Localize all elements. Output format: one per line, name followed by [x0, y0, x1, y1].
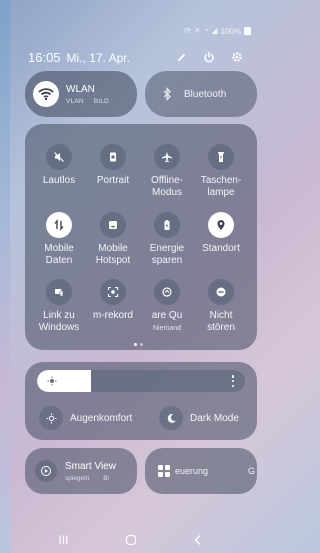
sun-icon	[46, 375, 58, 387]
battery-percent: 100%	[220, 26, 241, 36]
clock: 16:05	[28, 49, 61, 65]
dark-mode-button[interactable]: Dark Mode	[159, 404, 239, 432]
wallpaper-edge	[0, 0, 10, 553]
bluetooth-icon	[157, 84, 177, 104]
mute-icon: ✕	[193, 26, 201, 35]
mobile-data-icon	[46, 212, 72, 238]
tile-label: Taschen-	[200, 175, 242, 186]
signal-icon: ◢	[211, 26, 218, 35]
bluetooth-label: Bluetooth	[184, 88, 227, 100]
brightness-slider[interactable]	[37, 370, 245, 392]
smart-view-sub: spiegeln	[65, 474, 90, 482]
device-control-tile[interactable]: euerung G	[145, 448, 257, 494]
tile-mobile-daten[interactable]: Mobile Daten	[31, 212, 87, 267]
do-not-disturb-icon	[208, 279, 234, 305]
eye-comfort-button[interactable]: Augenkomfort	[39, 404, 132, 432]
navigation-bar: III	[0, 527, 261, 553]
back-button[interactable]	[191, 533, 205, 547]
smart-view-title: Smart View	[65, 460, 116, 472]
smart-view-tile[interactable]: Smart View spiegeln Bi	[25, 448, 137, 494]
tile-link-zu-windows[interactable]: Link zu Windows	[31, 279, 87, 334]
mute-icon	[46, 144, 72, 170]
quick-settings-grid: Lautlos Portrait Offline- Modus Taschen-…	[25, 124, 257, 350]
tile-label-2: Windows	[38, 322, 80, 333]
tile-mobile-hotspot[interactable]: Mobile Hotspot	[85, 212, 141, 267]
tile-label-2: Modus	[151, 187, 182, 198]
link-windows-icon	[46, 279, 72, 305]
tile-label-2: sparen	[151, 255, 183, 266]
edit-icon[interactable]	[175, 51, 187, 63]
tile-label: Mobile	[98, 243, 128, 254]
tile-nicht-stoeren[interactable]: Nicht stören	[193, 279, 249, 334]
status-bar: ⟳ ✕ ◔ ◢ 100%	[184, 26, 251, 36]
device-control-trailing: G	[248, 466, 256, 476]
wlan-network: VLAN	[66, 97, 84, 105]
battery-saver-icon	[154, 212, 180, 238]
wlan-toggle[interactable]: WLAN VLAN BILD	[25, 71, 137, 117]
quick-share-icon	[154, 279, 180, 305]
recents-button[interactable]: III	[57, 533, 71, 547]
tile-label: Lautlos	[42, 175, 76, 186]
tile-lautlos[interactable]: Lautlos	[31, 144, 87, 187]
tile-taschenlampe[interactable]: Taschen- lampe	[193, 144, 249, 199]
wlan-network-2: BILD	[93, 97, 110, 105]
tile-quick-share[interactable]: are Qu Niemand	[139, 279, 195, 335]
tile-standort[interactable]: Standort	[193, 212, 249, 255]
tile-label: are Qu	[151, 310, 183, 321]
smart-view-icon	[35, 460, 57, 482]
tile-label: Energie	[149, 243, 185, 254]
dark-mode-label: Dark Mode	[190, 412, 239, 424]
settings-icon[interactable]	[231, 51, 243, 63]
more-vertical-icon[interactable]	[231, 375, 235, 387]
battery-icon	[244, 27, 251, 35]
tile-portrait[interactable]: Portrait	[85, 144, 141, 187]
hotspot-icon	[100, 212, 126, 238]
tile-label: Standort	[202, 243, 240, 254]
home-button[interactable]	[124, 533, 138, 547]
location-icon	[208, 212, 234, 238]
eye-comfort-icon	[39, 406, 63, 430]
airplane-icon	[154, 144, 180, 170]
page-dot	[140, 343, 143, 346]
home-icon	[125, 534, 136, 546]
page-indicator	[134, 343, 143, 346]
page-dot-active	[134, 343, 137, 346]
eye-comfort-label: Augenkomfort	[70, 412, 133, 424]
tile-label-2: Daten	[45, 255, 73, 266]
brightness-panel: Augenkomfort Dark Mode	[25, 362, 257, 440]
power-icon[interactable]	[203, 51, 215, 63]
wlan-title: WLAN	[66, 83, 95, 95]
quick-panel-header: 16:05 Mi., 17. Apr.	[28, 49, 243, 65]
tile-label: Link zu	[43, 310, 75, 321]
tile-label-2: lampe	[207, 187, 235, 198]
bluetooth-toggle[interactable]: Bluetooth	[145, 71, 257, 117]
back-icon	[194, 535, 200, 545]
flashlight-icon	[208, 144, 234, 170]
moon-icon	[159, 406, 183, 430]
tile-label: Mobile	[44, 243, 74, 254]
tile-bildschirmrekorder[interactable]: m-rekord	[85, 279, 141, 322]
date: Mi., 17. Apr.	[66, 50, 130, 65]
tile-offline-modus[interactable]: Offline- Modus	[139, 144, 195, 199]
wifi-icon: ◔	[203, 26, 209, 35]
tile-label: Offline-	[150, 175, 184, 186]
sync-icon: ⟳	[184, 26, 191, 35]
tile-label-2: stören	[207, 322, 235, 333]
smart-view-sub-2: Bi	[103, 474, 109, 482]
tile-label: Nicht	[209, 310, 233, 321]
portrait-lock-icon	[100, 144, 126, 170]
tile-energie-sparen[interactable]: Energie sparen	[139, 212, 195, 267]
device-control-label: euerung	[175, 466, 209, 476]
tile-label: Portrait	[96, 175, 130, 186]
wifi-icon	[33, 81, 59, 107]
grid-icon	[158, 465, 170, 477]
tile-label-2: Hotspot	[95, 255, 131, 266]
screen-record-icon	[100, 279, 126, 305]
tile-label: m-rekord	[92, 310, 133, 321]
tile-sublabel: Niemand	[152, 325, 181, 332]
